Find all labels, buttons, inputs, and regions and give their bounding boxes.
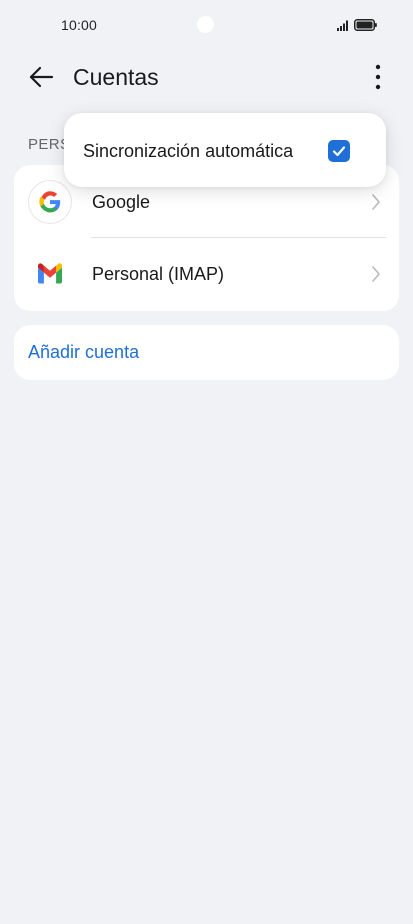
- account-row-imap[interactable]: Personal (IMAP): [14, 238, 399, 310]
- status-time: 10:00: [61, 17, 98, 33]
- checkmark-icon: [332, 146, 346, 157]
- google-icon: [29, 181, 71, 223]
- add-account-card[interactable]: Añadir cuenta: [14, 325, 399, 380]
- back-arrow-icon[interactable]: [28, 64, 54, 90]
- status-bar: 10:00: [0, 0, 413, 50]
- auto-sync-menu-item[interactable]: Sincronización automática: [64, 113, 386, 187]
- account-label-google: Google: [92, 192, 151, 212]
- chevron-right-icon: [372, 266, 380, 282]
- phone-screen: 10:00 Cuentas PERS Google Personal (IMAP…: [0, 0, 413, 924]
- battery-icon: [354, 19, 377, 31]
- camera-cutout: [197, 16, 214, 33]
- add-account-button[interactable]: Añadir cuenta: [28, 341, 139, 363]
- gmail-icon: [38, 263, 62, 284]
- auto-sync-checkbox[interactable]: [328, 140, 350, 162]
- page-title: Cuentas: [73, 64, 159, 90]
- auto-sync-label: Sincronización automática: [83, 141, 294, 161]
- chevron-right-icon: [372, 194, 380, 210]
- overflow-menu: Sincronización automática: [64, 113, 386, 187]
- account-label-imap: Personal (IMAP): [92, 264, 225, 284]
- signal-icon: [337, 20, 348, 31]
- more-vert-icon[interactable]: [370, 62, 386, 92]
